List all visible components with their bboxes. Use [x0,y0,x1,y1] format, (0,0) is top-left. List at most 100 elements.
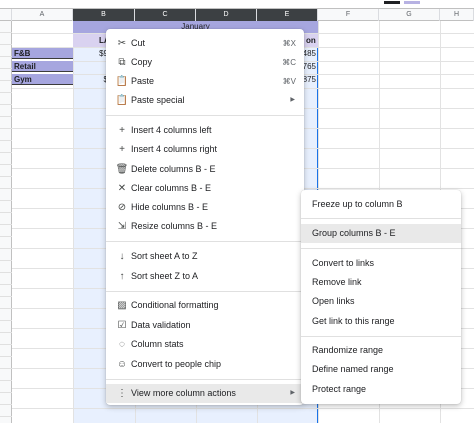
menu-item-label: Paste special [131,95,185,105]
row-header[interactable] [0,225,12,237]
cell-b-fnb[interactable]: $9 [73,48,110,59]
submenu-item-get-link[interactable]: Get link to this range [301,312,461,331]
data-validation-icon: ☑ [117,320,127,331]
gridline [12,408,474,409]
row-header[interactable] [0,249,12,261]
row-header[interactable] [0,93,12,105]
menu-item-clear-columns[interactable]: ✕ Clear columns B - E [106,179,304,198]
menu-item-paste[interactable]: 📋 Paste ⌘V [106,72,304,91]
row-header[interactable] [0,345,12,357]
menu-item-label: Sort sheet A to Z [131,251,198,261]
menu-item-label: Conditional formatting [131,300,219,310]
column-header-d[interactable]: D [196,9,257,21]
menu-item-label: Sort sheet Z to A [131,271,199,281]
menu-item-insert-right[interactable]: + Insert 4 columns right [106,140,304,159]
clipboard-icon: 📋 [115,76,129,87]
scissors-icon: ✂ [117,38,127,49]
row-header[interactable] [0,213,12,225]
row-header[interactable] [0,273,12,285]
column-header-b[interactable]: B [73,9,135,21]
shortcut-label: ⌘X [282,39,296,48]
row-label-fnb[interactable]: F&B [12,48,73,59]
menu-divider [106,291,304,292]
column-header-f[interactable]: F [318,9,379,21]
menu-item-label: Paste [131,76,155,86]
menu-item-insert-left[interactable]: + Insert 4 columns left [106,121,304,140]
menu-divider [106,241,304,242]
menu-item-label: Resize columns B - E [131,221,218,231]
column-header-e[interactable]: E [257,9,318,21]
row-header[interactable] [0,357,12,369]
row-header[interactable] [0,405,12,417]
close-icon: ✕ [117,183,127,194]
shortcut-label: ⌘C [282,58,296,67]
menu-item-label: Column stats [131,339,184,349]
row-header[interactable] [0,105,12,117]
menu-item-column-stats[interactable]: ◌ Column stats [106,335,304,354]
row-header[interactable] [0,369,12,381]
row-header[interactable] [0,393,12,405]
column-header-a[interactable]: A [12,9,73,21]
menu-item-resize-columns[interactable]: ⇲ Resize columns B - E [106,217,304,236]
column-header-h[interactable]: H [440,9,474,21]
row-header[interactable] [0,81,12,93]
menu-item-view-more-column-actions[interactable]: ⋮ View more column actions ▶ [106,384,304,403]
submenu-item-convert-links[interactable]: Convert to links [301,254,461,273]
submenu-item-protect-range[interactable]: Protect range [301,380,461,399]
row-header[interactable] [0,309,12,321]
row-header[interactable] [0,57,12,69]
menu-item-delete-columns[interactable]: 🗑 Delete columns B - E [106,160,304,179]
row-header[interactable] [0,153,12,165]
menu-item-convert-people-chip[interactable]: ☺ Convert to people chip [106,355,304,374]
row-header[interactable] [0,417,12,423]
menu-item-paste-special[interactable]: 📋 Paste special ▶ [106,91,304,110]
row-header[interactable] [0,141,12,153]
menu-item-label: Group columns B - E [312,228,396,238]
row-header[interactable] [0,333,12,345]
column-context-menu: ✂ Cut ⌘X ⧉ Copy ⌘C 📋 Paste ⌘V 📋 Paste sp… [106,29,304,405]
row-header[interactable] [0,45,12,57]
row-label-retail[interactable]: Retail [12,61,73,72]
row-header[interactable] [0,201,12,213]
row-header[interactable] [0,33,12,45]
row-header[interactable] [0,177,12,189]
menu-item-label: Hide columns B - E [131,202,209,212]
row-header[interactable] [0,321,12,333]
column-header-g[interactable]: G [379,9,440,21]
menu-item-sort-z-a[interactable]: ↑ Sort sheet Z to A [106,267,304,286]
row-header[interactable] [0,69,12,81]
resize-icon: ⇲ [117,221,127,232]
menu-item-conditional-formatting[interactable]: ▨ Conditional formatting [106,296,304,315]
row-header[interactable] [0,285,12,297]
column-header-bar: A B C D E F G H [0,9,474,21]
row-header[interactable] [0,189,12,201]
select-all-corner[interactable] [0,9,12,21]
row-header[interactable] [0,129,12,141]
menu-item-sort-a-z[interactable]: ↓ Sort sheet A to Z [106,247,304,266]
row-header[interactable] [0,237,12,249]
menu-item-label: Cut [131,38,146,48]
row-header[interactable] [0,297,12,309]
cell-b-gym[interactable]: $ [73,74,110,85]
menu-item-label: Clear columns B - E [131,183,212,193]
submenu-item-group-columns[interactable]: Group columns B - E [301,224,461,243]
menu-item-hide-columns[interactable]: ⊘ Hide columns B - E [106,198,304,217]
submenu-item-remove-link[interactable]: Remove link [301,273,461,292]
menu-item-cut[interactable]: ✂ Cut ⌘X [106,34,304,53]
menu-item-data-validation[interactable]: ☑ Data validation [106,316,304,335]
column-header-c[interactable]: C [135,9,196,21]
submenu-item-open-links[interactable]: Open links [301,292,461,311]
row-label-gym[interactable]: Gym [12,74,73,85]
row-header[interactable] [0,117,12,129]
submenu-item-randomize-range[interactable]: Randomize range [301,341,461,360]
row-header[interactable] [0,381,12,393]
submenu-item-define-named-range[interactable]: Define named range [301,360,461,379]
submenu-arrow-icon: ▶ [290,390,295,396]
row-header[interactable] [0,261,12,273]
toolbar-icon [404,1,420,4]
row-header[interactable] [0,165,12,177]
row-header[interactable] [0,21,12,33]
cell-b-retail[interactable] [73,61,110,72]
menu-item-copy[interactable]: ⧉ Copy ⌘C [106,53,304,72]
submenu-item-freeze[interactable]: Freeze up to column B [301,195,461,214]
